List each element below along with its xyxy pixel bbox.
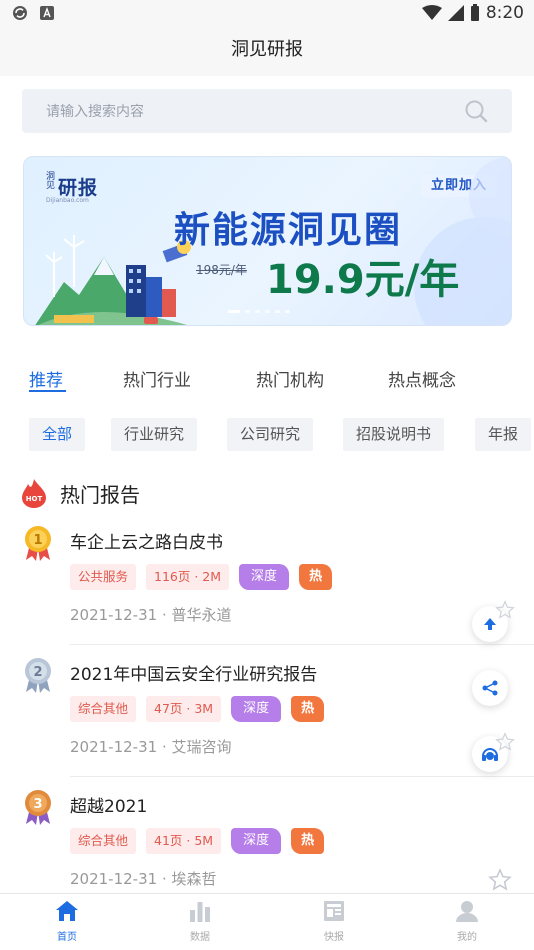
- tab-hot-institution[interactable]: 热门机构: [256, 366, 324, 391]
- chip-prospectus[interactable]: 招股说明书: [343, 418, 445, 451]
- deep-tag: 深度: [231, 696, 282, 722]
- bronze-medal-icon: 3: [25, 790, 51, 825]
- category-tabs: 推荐 热门行业 热门机构 热点概念: [0, 360, 534, 400]
- wifi-icon: [421, 5, 442, 20]
- star-icon[interactable]: [495, 732, 515, 752]
- report-item[interactable]: 2 2021年中国云安全行业研究报告 综合其他 47页 · 3M 深度 热 20…: [0, 656, 534, 788]
- chip-all[interactable]: 全部: [29, 418, 86, 451]
- app-header: 洞见研报: [0, 28, 534, 76]
- category-tag: 综合其他: [70, 828, 137, 854]
- nav-label: 首页: [57, 932, 77, 943]
- share-icon: [482, 680, 498, 696]
- category-tag: 公共服务: [70, 564, 137, 590]
- section-header: HOT 热门报告: [20, 478, 140, 508]
- nav-data[interactable]: 数据: [160, 900, 240, 943]
- status-time: 8:20: [485, 3, 524, 23]
- report-title[interactable]: 2021年中国云安全行业研究报告: [70, 660, 317, 685]
- pages-tag: 47页 · 3M: [146, 696, 222, 722]
- svg-text:3: 3: [33, 797, 42, 812]
- search-input[interactable]: 请输入搜索内容: [22, 89, 512, 133]
- tab-recommend[interactable]: 推荐: [29, 366, 63, 391]
- carousel-dot[interactable]: [265, 310, 270, 313]
- share-button[interactable]: [472, 670, 508, 706]
- pages-tag: 41页 · 5M: [146, 828, 222, 854]
- nav-label: 我的: [457, 932, 477, 943]
- silver-medal-icon: 2: [25, 658, 51, 693]
- home-icon: [56, 901, 78, 921]
- tab-underline: [29, 390, 66, 392]
- tab-hot-industry[interactable]: 热门行业: [123, 366, 191, 391]
- hot-badge-text: HOT: [26, 495, 43, 503]
- sync-icon: [13, 6, 27, 20]
- person-icon: [456, 901, 478, 922]
- hot-fire-icon: HOT: [22, 479, 46, 508]
- section-title: 热门报告: [60, 482, 140, 507]
- nav-label: 快报: [324, 932, 344, 943]
- signal-icon: [447, 5, 464, 21]
- carousel-dot[interactable]: [245, 310, 250, 313]
- report-meta: 2021-12-31 · 艾瑞咨询: [70, 738, 232, 756]
- carousel-indicator: [228, 310, 290, 313]
- nav-news[interactable]: 快报: [294, 900, 374, 943]
- deep-tag: 深度: [239, 564, 290, 590]
- text-a-icon: [40, 6, 54, 20]
- banner-old-price: 198元/年: [196, 263, 247, 277]
- report-meta: 2021-12-31 · 普华永道: [70, 606, 232, 624]
- tag-row: 公共服务 116页 · 2M 深度 热: [70, 564, 333, 590]
- carousel-dot[interactable]: [228, 310, 240, 313]
- nav-label: 数据: [190, 932, 210, 943]
- hot-tag: 热: [291, 828, 325, 854]
- city-illustration: [35, 235, 191, 325]
- hot-tag: 热: [291, 696, 325, 722]
- star-icon[interactable]: [495, 600, 515, 620]
- filter-chips: 全部 行业研究 公司研究 招股说明书 年报: [0, 418, 534, 452]
- bar-chart-icon: [190, 902, 210, 922]
- gold-medal-icon: 1: [25, 526, 51, 561]
- report-title[interactable]: 车企上云之路白皮书: [70, 528, 223, 553]
- svg-text:2: 2: [33, 665, 42, 680]
- chip-annual-report[interactable]: 年报: [475, 418, 532, 451]
- divider: [70, 776, 534, 777]
- report-title[interactable]: 超越2021: [70, 792, 147, 817]
- report-item[interactable]: 1 车企上云之路白皮书 公共服务 116页 · 2M 深度 热 2021-12-…: [0, 524, 534, 656]
- report-meta: 2021-12-31 · 埃森哲: [70, 870, 217, 888]
- banner-new-price: 19.9元/年: [266, 257, 460, 303]
- promo-banner[interactable]: 洞见 研报 Dijianbao.com 立即加入 新能源洞见圈 198元/年 1…: [23, 156, 512, 326]
- divider: [70, 644, 534, 645]
- nav-home[interactable]: 首页: [27, 900, 107, 943]
- svg-text:1: 1: [33, 533, 42, 548]
- newspaper-icon: [324, 901, 344, 921]
- tag-row: 综合其他 47页 · 3M 深度 热: [70, 696, 325, 722]
- pages-tag: 116页 · 2M: [146, 564, 230, 590]
- carousel-dot[interactable]: [275, 310, 280, 313]
- carousel-dot[interactable]: [255, 310, 260, 313]
- nav-profile[interactable]: 我的: [427, 900, 507, 943]
- page-title: 洞见研报: [231, 39, 303, 60]
- star-icon[interactable]: [488, 868, 512, 892]
- hot-tag: 热: [299, 564, 333, 590]
- bottom-nav: 首页 数据 快报 我的: [0, 893, 534, 950]
- deep-tag: 深度: [231, 828, 282, 854]
- chip-industry-research[interactable]: 行业研究: [111, 418, 198, 451]
- banner-headline: 新能源洞见圈: [174, 210, 403, 251]
- search-icon[interactable]: [464, 99, 488, 123]
- carousel-dot[interactable]: [285, 310, 290, 313]
- category-tag: 综合其他: [70, 696, 137, 722]
- chip-company-research[interactable]: 公司研究: [227, 418, 314, 451]
- tag-row: 综合其他 41页 · 5M 深度 热: [70, 828, 325, 854]
- status-bar: 8:20: [0, 0, 534, 28]
- search-placeholder: 请输入搜索内容: [46, 104, 144, 120]
- tab-hot-concept[interactable]: 热点概念: [388, 366, 456, 391]
- battery-icon: [470, 4, 479, 21]
